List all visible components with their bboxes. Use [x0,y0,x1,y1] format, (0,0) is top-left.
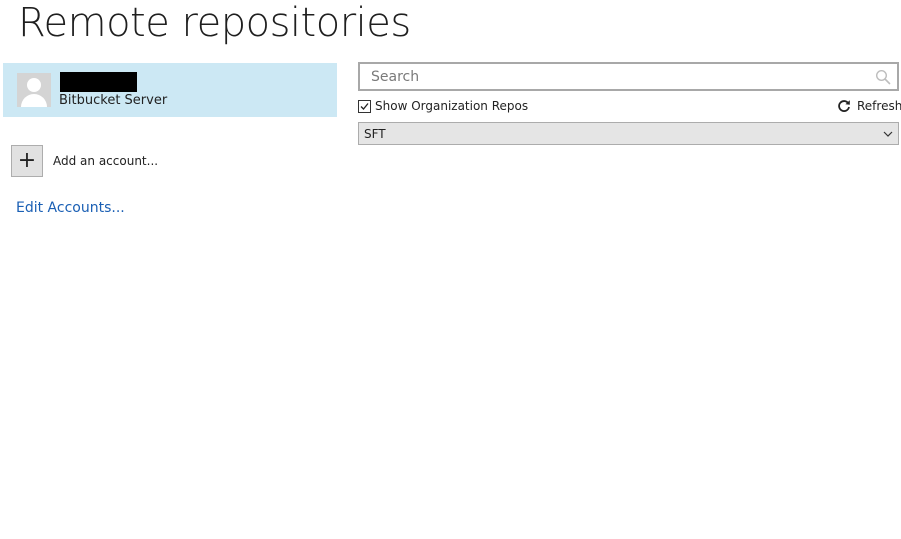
edit-accounts-link[interactable]: Edit Accounts... [16,200,125,216]
avatar [17,73,51,107]
account-type: Bitbucket Server [59,92,168,108]
checkmark-icon [360,102,369,110]
refresh-icon [838,100,850,112]
add-account-label[interactable]: Add an account... [53,154,158,168]
show-org-repos-label[interactable]: Show Organization Repos [375,99,528,113]
organization-select[interactable]: SFT [358,122,899,145]
avatar-head-icon [27,78,41,92]
search-icon[interactable] [869,64,897,89]
page-title: Remote repositories [18,0,411,46]
avatar-body-icon [21,94,47,107]
account-list-item[interactable]: Bitbucket Server [3,63,337,117]
chevron-down-icon [878,131,898,137]
refresh-button[interactable]: Refresh [837,99,901,113]
plus-icon: + [17,148,37,173]
search-input[interactable] [360,64,869,89]
show-org-repos-checkbox[interactable] [358,99,371,113]
add-account-button[interactable]: + [11,145,43,177]
organization-select-value: SFT [364,126,386,141]
refresh-label: Refresh [857,99,901,113]
account-text: Bitbucket Server [59,71,168,109]
add-account-row: + Add an account... [11,145,158,177]
search-box[interactable] [358,62,899,91]
account-name-redacted [60,71,137,92]
show-org-repos-row: Show Organization Repos [358,99,528,113]
